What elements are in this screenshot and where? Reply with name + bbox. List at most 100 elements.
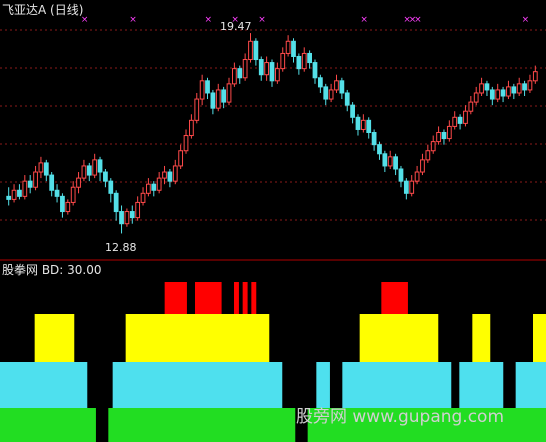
band-segment bbox=[203, 282, 209, 314]
band-segment bbox=[143, 408, 148, 442]
band-segment bbox=[234, 282, 239, 314]
band-segment bbox=[182, 282, 187, 314]
band-segment bbox=[424, 314, 430, 362]
marker-x: × bbox=[129, 15, 137, 25]
candle-body bbox=[92, 159, 98, 176]
candle-body bbox=[409, 180, 415, 194]
band-segment bbox=[60, 408, 66, 442]
band-segment bbox=[407, 314, 413, 362]
band-segment bbox=[177, 282, 183, 314]
band-segment bbox=[364, 314, 369, 362]
band-segment bbox=[117, 362, 122, 408]
band-segment bbox=[433, 314, 439, 362]
candle-body bbox=[489, 89, 495, 100]
band-segment bbox=[43, 314, 49, 362]
candle-body bbox=[108, 180, 114, 194]
band-segment bbox=[34, 314, 40, 362]
candle-body bbox=[312, 62, 318, 79]
band-segment bbox=[507, 408, 512, 442]
band-segment bbox=[169, 408, 174, 442]
band-segment bbox=[537, 408, 543, 442]
band-segment bbox=[203, 314, 209, 362]
candle-body bbox=[70, 186, 76, 203]
band-segment bbox=[251, 408, 257, 442]
band-segment bbox=[39, 408, 44, 442]
band-segment bbox=[164, 408, 170, 442]
marker-x: × bbox=[360, 15, 368, 25]
candle-body bbox=[436, 132, 441, 143]
band-segment bbox=[0, 362, 5, 408]
band-segment bbox=[216, 314, 222, 362]
candle-body bbox=[119, 211, 124, 225]
band-segment bbox=[381, 362, 387, 408]
band-segment bbox=[182, 314, 187, 362]
band-segment bbox=[82, 362, 88, 408]
candle-body bbox=[103, 171, 108, 182]
candle-body bbox=[532, 71, 538, 82]
band-segment bbox=[273, 408, 278, 442]
candle-body bbox=[232, 68, 237, 85]
candle bbox=[124, 208, 130, 227]
candle-body bbox=[33, 171, 38, 188]
band-segment bbox=[117, 408, 122, 442]
band-segment bbox=[186, 408, 192, 442]
band-segment bbox=[403, 282, 408, 314]
candle-body bbox=[49, 174, 55, 191]
candle-body bbox=[242, 59, 248, 79]
band-segment bbox=[528, 362, 534, 408]
candle-body bbox=[6, 195, 12, 200]
band-segment bbox=[130, 408, 135, 442]
band-segment bbox=[73, 362, 79, 408]
candle-body bbox=[135, 201, 141, 219]
band-segment bbox=[160, 362, 166, 408]
band-segment bbox=[182, 408, 187, 442]
marker-x: × bbox=[205, 15, 213, 25]
band-segment bbox=[73, 408, 79, 442]
upper-panel-title: 飞亚达A (日线) bbox=[2, 3, 83, 17]
candle-body bbox=[527, 80, 533, 91]
band-segment bbox=[533, 408, 538, 442]
band-segment bbox=[216, 362, 222, 408]
band-segment bbox=[520, 408, 525, 442]
band-segment bbox=[390, 362, 395, 408]
band-segment bbox=[4, 408, 10, 442]
band-segment bbox=[541, 362, 546, 408]
candle-body bbox=[441, 132, 447, 140]
band-segment bbox=[203, 408, 209, 442]
band-segment bbox=[394, 282, 400, 314]
band-segment bbox=[160, 314, 166, 362]
candle-body bbox=[522, 83, 527, 91]
candle-body bbox=[156, 177, 162, 191]
band-segment bbox=[134, 408, 140, 442]
candle-body bbox=[38, 162, 44, 173]
band-segment bbox=[151, 314, 157, 362]
band-segment bbox=[121, 408, 127, 442]
band-segment bbox=[515, 408, 521, 442]
band-segment bbox=[130, 362, 135, 408]
band-segment bbox=[364, 362, 369, 408]
candle-body bbox=[97, 159, 103, 173]
band-segment bbox=[351, 362, 356, 408]
band-segment bbox=[268, 362, 274, 408]
candle-body bbox=[248, 40, 253, 61]
band-segment bbox=[225, 314, 231, 362]
band-segment bbox=[221, 362, 226, 408]
band-segment bbox=[221, 408, 226, 442]
band-segment bbox=[30, 408, 36, 442]
band-segment bbox=[385, 314, 391, 362]
band-segment bbox=[277, 408, 283, 442]
candle-body bbox=[366, 119, 372, 133]
band-segment bbox=[78, 362, 83, 408]
band-segment bbox=[8, 362, 14, 408]
candle-body bbox=[11, 189, 17, 200]
band-segment bbox=[281, 408, 287, 442]
band-segment bbox=[78, 408, 83, 442]
band-segment bbox=[260, 408, 265, 442]
band-segment bbox=[169, 314, 174, 362]
band-segment bbox=[190, 408, 196, 442]
band-segment bbox=[190, 314, 196, 362]
band-segment bbox=[86, 408, 92, 442]
band-segment bbox=[208, 282, 213, 314]
marker-x: × bbox=[258, 15, 266, 25]
band-segment bbox=[173, 362, 179, 408]
